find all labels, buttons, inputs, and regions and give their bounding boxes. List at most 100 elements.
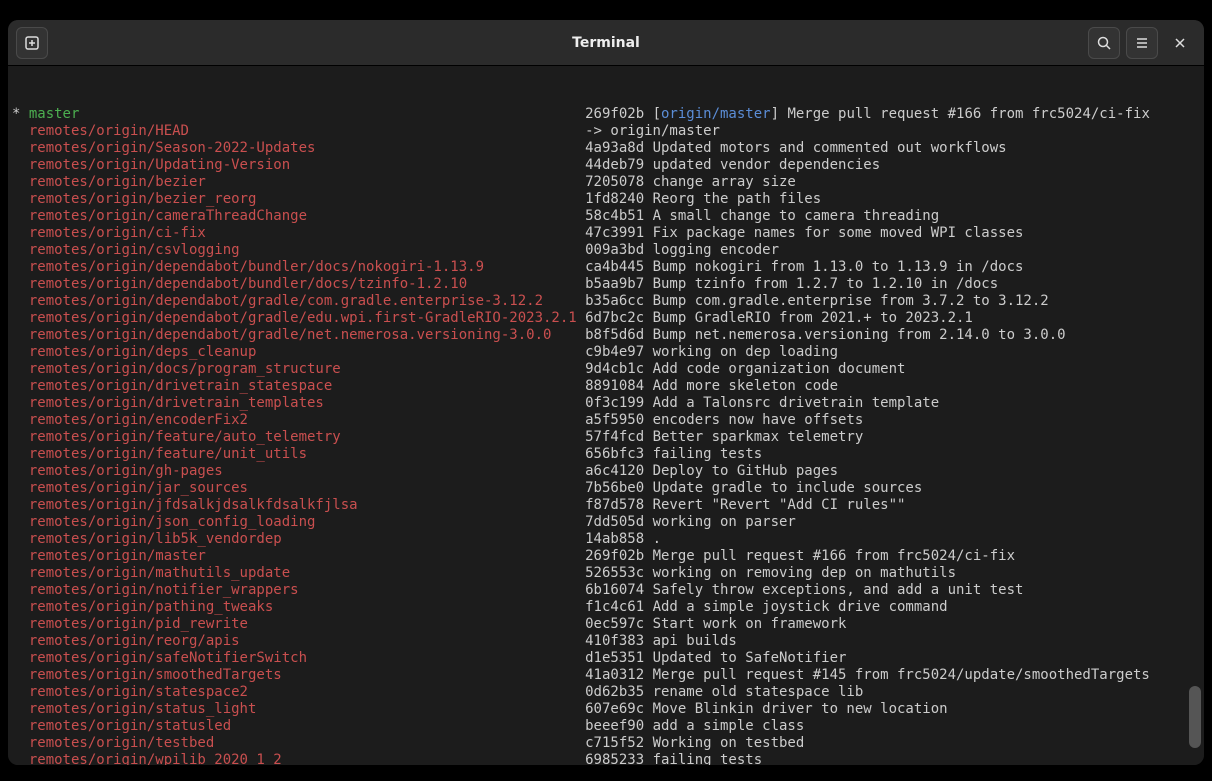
plus-box-icon	[24, 35, 40, 51]
current-marker	[12, 531, 29, 548]
branch-row: remotes/origin/feature/auto_telemetry57f…	[12, 429, 1200, 446]
branch-row: remotes/origin/master269f02b Merge pull …	[12, 548, 1200, 565]
commit-info: d1e5351 Updated to SafeNotifier	[585, 650, 846, 667]
branch-row: remotes/origin/pathing_tweaksf1c4c61 Add…	[12, 599, 1200, 616]
branch-name: remotes/origin/feature/auto_telemetry	[29, 429, 585, 446]
branch-name: remotes/origin/csvlogging	[29, 242, 585, 259]
commit-info: 7dd505d working on parser	[585, 514, 796, 531]
hamburger-icon	[1134, 35, 1150, 51]
branch-row: remotes/origin/bezier7205078 change arra…	[12, 174, 1200, 191]
branch-name: remotes/origin/HEAD	[29, 123, 585, 140]
branch-row: remotes/origin/jfdsalkjdsalkfdsalkfjlsaf…	[12, 497, 1200, 514]
branch-name: remotes/origin/testbed	[29, 735, 585, 752]
branch-row: remotes/origin/dependabot/gradle/edu.wpi…	[12, 310, 1200, 327]
commit-info: 7b56be0 Update gradle to include sources	[585, 480, 922, 497]
search-button[interactable]	[1088, 27, 1120, 59]
current-marker	[12, 582, 29, 599]
branch-row: remotes/origin/statespace20d62b35 rename…	[12, 684, 1200, 701]
branch-name: remotes/origin/smoothedTargets	[29, 667, 585, 684]
new-tab-button[interactable]	[16, 27, 48, 59]
branch-row: remotes/origin/dependabot/gradle/net.nem…	[12, 327, 1200, 344]
search-icon	[1096, 35, 1112, 51]
branch-row: remotes/origin/csvlogging009a3bd logging…	[12, 242, 1200, 259]
commit-info: 607e69c Move Blinkin driver to new locat…	[585, 701, 947, 718]
current-marker	[12, 650, 29, 667]
commit-info: beeef90 add a simple class	[585, 718, 804, 735]
commit-info: -> origin/master	[585, 123, 720, 140]
commit-info: b8f5d6d Bump net.nemerosa.versioning fro…	[585, 327, 1065, 344]
commit-info: 1fd8240 Reorg the path files	[585, 191, 821, 208]
current-marker	[12, 276, 29, 293]
current-marker	[12, 344, 29, 361]
branch-name: remotes/origin/jfdsalkjdsalkfdsalkfjlsa	[29, 497, 585, 514]
branch-row: remotes/origin/mathutils_update526553c w…	[12, 565, 1200, 582]
branch-name: remotes/origin/statusled	[29, 718, 585, 735]
menu-button[interactable]	[1126, 27, 1158, 59]
branch-row: * master269f02b [origin/master] Merge pu…	[12, 106, 1200, 123]
current-marker	[12, 599, 29, 616]
branch-row: remotes/origin/dependabot/gradle/com.gra…	[12, 293, 1200, 310]
current-marker	[12, 378, 29, 395]
commit-info: 41a0312 Merge pull request #145 from frc…	[585, 667, 1150, 684]
branch-row: remotes/origin/Season-2022-Updates4a93a8…	[12, 140, 1200, 157]
current-marker	[12, 310, 29, 327]
branch-name: remotes/origin/pathing_tweaks	[29, 599, 585, 616]
scrollbar-track[interactable]	[1189, 66, 1201, 765]
commit-info: 0ec597c Start work on framework	[585, 616, 846, 633]
current-marker	[12, 667, 29, 684]
commit-info: 0d62b35 rename old statespace lib	[585, 684, 863, 701]
branch-row: remotes/origin/encoderFix2a5f5950 encode…	[12, 412, 1200, 429]
branch-row: remotes/origin/jar_sources7b56be0 Update…	[12, 480, 1200, 497]
current-marker	[12, 752, 29, 765]
branch-name: remotes/origin/ci-fix	[29, 225, 585, 242]
commit-info: 7205078 change array size	[585, 174, 796, 191]
branch-name: remotes/origin/statespace2	[29, 684, 585, 701]
branch-row: remotes/origin/feature/unit_utils656bfc3…	[12, 446, 1200, 463]
commit-info: 9d4cb1c Add code organization document	[585, 361, 905, 378]
commit-info: 6b16074 Safely throw exceptions, and add…	[585, 582, 1023, 599]
branch-name: remotes/origin/dependabot/gradle/edu.wpi…	[29, 310, 585, 327]
branch-row: remotes/origin/HEAD-> origin/master	[12, 123, 1200, 140]
titlebar: Terminal	[8, 20, 1204, 66]
branch-row: remotes/origin/lib5k_vendordep14ab858 .	[12, 531, 1200, 548]
branch-row: remotes/origin/docs/program_structure9d4…	[12, 361, 1200, 378]
current-marker	[12, 327, 29, 344]
commit-info: c715f52 Working on testbed	[585, 735, 804, 752]
branch-name: remotes/origin/cameraThreadChange	[29, 208, 585, 225]
commit-info: 14ab858 .	[585, 531, 661, 548]
branch-name: remotes/origin/dependabot/gradle/net.nem…	[29, 327, 585, 344]
current-marker	[12, 174, 29, 191]
branch-name: remotes/origin/mathutils_update	[29, 565, 585, 582]
current-marker	[12, 497, 29, 514]
branch-row: remotes/origin/safeNotifierSwitchd1e5351…	[12, 650, 1200, 667]
branch-name: remotes/origin/dependabot/bundler/docs/n…	[29, 259, 585, 276]
branch-row: remotes/origin/notifier_wrappers6b16074 …	[12, 582, 1200, 599]
branch-name: remotes/origin/feature/unit_utils	[29, 446, 585, 463]
commit-info: 8891084 Add more skeleton code	[585, 378, 838, 395]
branch-name: remotes/origin/lib5k_vendordep	[29, 531, 585, 548]
branch-name: remotes/origin/pid_rewrite	[29, 616, 585, 633]
branch-name: remotes/origin/Updating-Version	[29, 157, 585, 174]
commit-info: c9b4e97 working on dep loading	[585, 344, 838, 361]
current-marker	[12, 208, 29, 225]
commit-info: 4a93a8d Updated motors and commented out…	[585, 140, 1006, 157]
current-marker	[12, 412, 29, 429]
close-button[interactable]	[1164, 27, 1196, 59]
current-marker	[12, 701, 29, 718]
current-marker	[12, 480, 29, 497]
commit-info: b35a6cc Bump com.gradle.enterprise from …	[585, 293, 1049, 310]
commit-info: 6985233 failing tests	[585, 752, 762, 765]
branch-row: remotes/origin/wpilib_2020_1_26985233 fa…	[12, 752, 1200, 765]
close-icon	[1173, 36, 1187, 50]
branch-name: remotes/origin/master	[29, 548, 585, 565]
current-marker	[12, 361, 29, 378]
terminal-content[interactable]: * master269f02b [origin/master] Merge pu…	[8, 66, 1204, 765]
branch-name: remotes/origin/bezier	[29, 174, 585, 191]
current-marker	[12, 225, 29, 242]
current-marker	[12, 565, 29, 582]
commit-info: 0f3c199 Add a Talonsrc drivetrain templa…	[585, 395, 939, 412]
branch-row: remotes/origin/dependabot/bundler/docs/t…	[12, 276, 1200, 293]
branch-row: remotes/origin/cameraThreadChange58c4b51…	[12, 208, 1200, 225]
scrollbar-thumb[interactable]	[1189, 686, 1201, 748]
commit-info: f87d578 Revert "Revert "Add CI rules""	[585, 497, 905, 514]
